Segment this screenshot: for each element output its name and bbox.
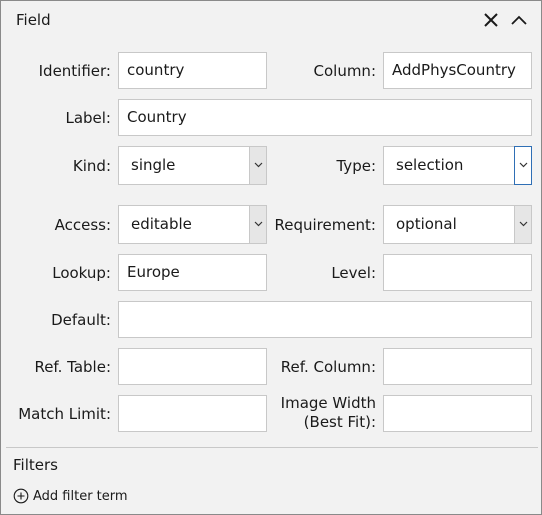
access-select-arrow[interactable] [249,206,266,243]
lookup-label: Lookup: [52,264,111,282]
lookup-input[interactable]: Europe [118,254,267,291]
default-input[interactable] [118,301,532,338]
requirement-select-arrow[interactable] [514,206,531,243]
chevron-down-icon [254,162,263,168]
access-select[interactable]: editable [118,205,267,244]
identifier-label: Identifier: [38,62,111,80]
ref-column-label: Ref. Column: [280,358,376,376]
type-label: Type: [336,157,376,175]
column-label: Column: [313,62,377,80]
image-width-label: Image Width (Best Fit): [261,394,376,432]
type-select-arrow[interactable] [514,146,532,185]
plus-circle-icon [13,488,29,504]
match-limit-label: Match Limit: [18,405,111,423]
label-label: Label: [65,109,111,127]
chevron-down-icon [254,221,263,227]
label-input[interactable]: Country [118,99,532,136]
ref-table-label: Ref. Table: [34,358,111,376]
access-select-value: editable [131,215,192,233]
level-label: Level: [331,264,376,282]
access-label: Access: [54,216,111,234]
ref-column-input[interactable] [383,348,532,385]
panel-title: Field [16,11,51,29]
close-icon[interactable] [482,11,500,29]
kind-select-arrow[interactable] [249,147,266,184]
kind-select-value: single [131,156,176,174]
type-select[interactable]: selection [383,146,532,185]
requirement-select-value: optional [396,215,457,233]
add-filter-term-button[interactable]: Add filter term [13,487,128,505]
requirement-label: Requirement: [274,216,376,234]
image-width-label-line2: (Best Fit): [303,413,376,431]
section-divider [6,447,538,448]
chevron-down-icon [519,162,528,168]
filters-title: Filters [13,456,58,474]
image-width-label-line1: Image Width [280,394,376,412]
kind-select[interactable]: single [118,146,267,185]
ref-table-input[interactable] [118,348,267,385]
chevron-up-icon[interactable] [510,11,528,29]
level-input[interactable] [383,254,532,291]
default-label: Default: [51,311,111,329]
chevron-down-icon [519,221,528,227]
kind-label: Kind: [72,157,111,175]
match-limit-input[interactable] [118,395,267,432]
image-width-input[interactable] [383,395,532,432]
requirement-select[interactable]: optional [383,205,532,244]
type-select-value: selection [396,156,464,174]
field-panel: Field Identifier: country Column: AddPhy… [0,0,542,515]
column-input[interactable]: AddPhysCountry [383,52,532,89]
add-filter-term-label: Add filter term [33,488,128,504]
identifier-input[interactable]: country [118,52,267,89]
